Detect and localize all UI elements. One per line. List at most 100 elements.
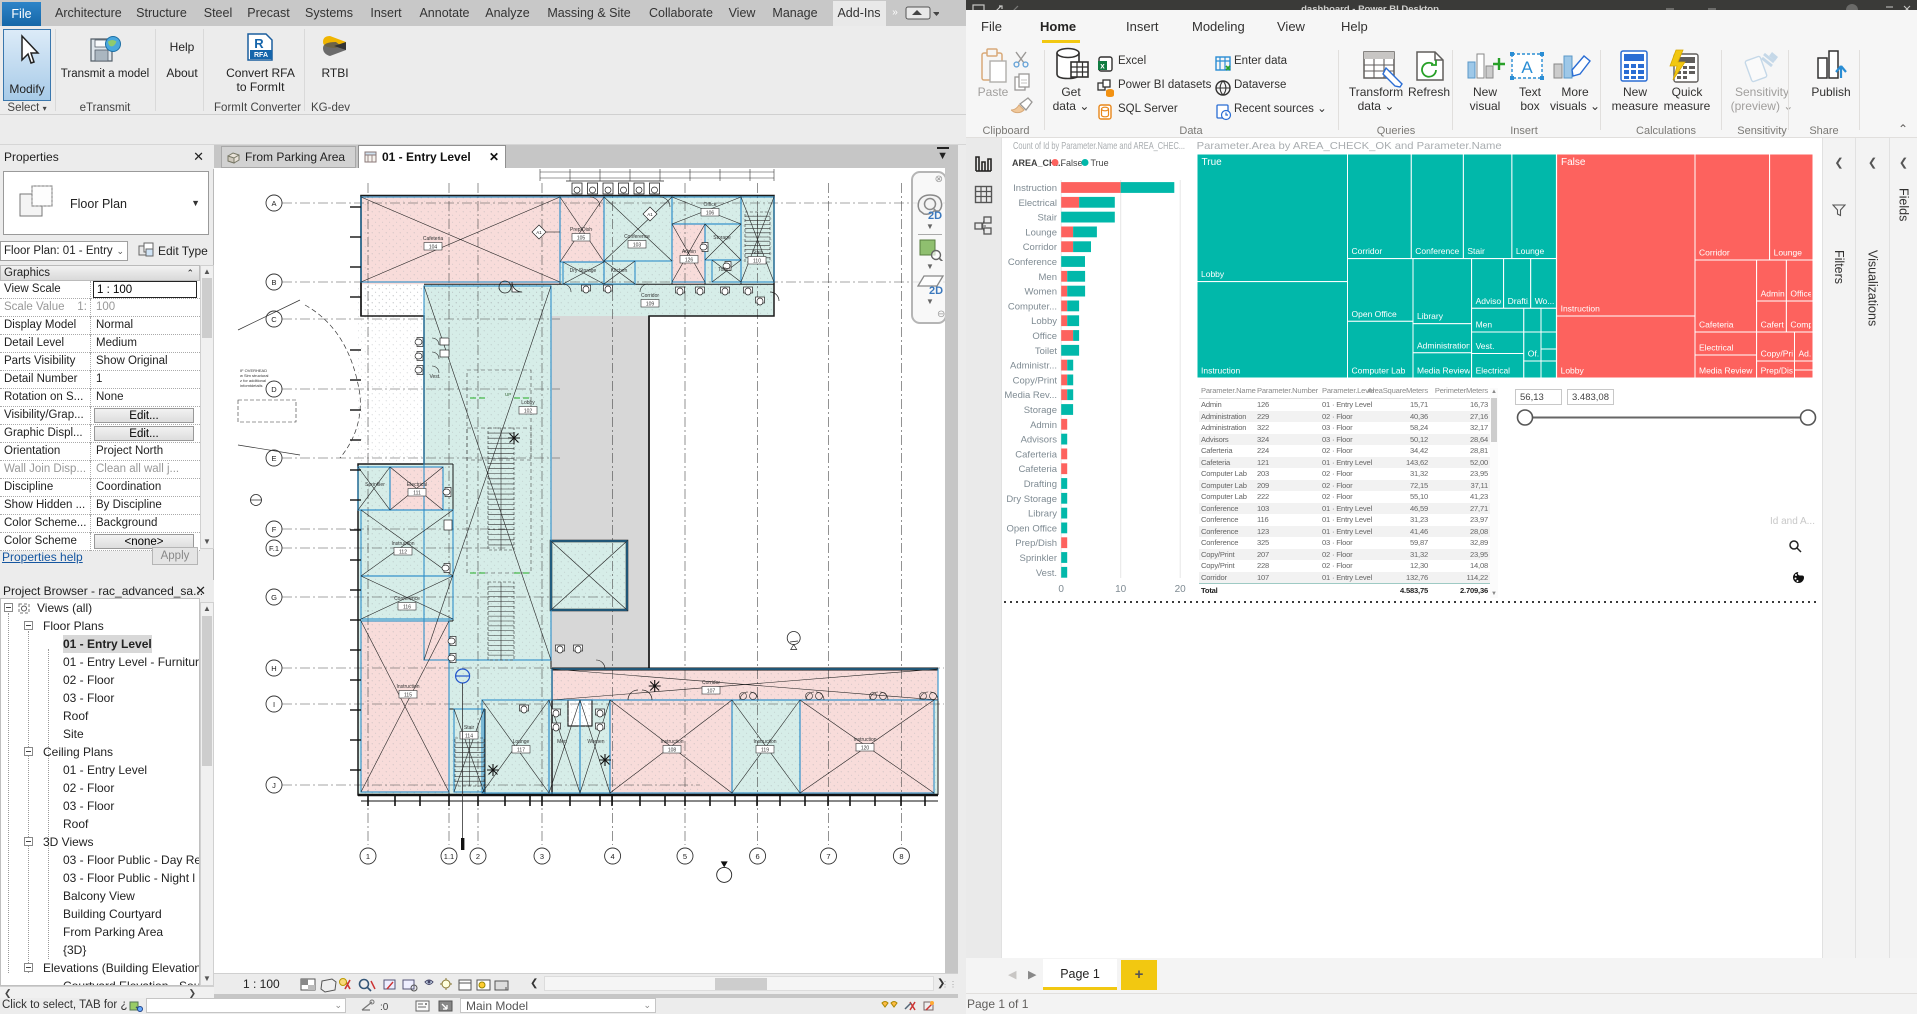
svg-text:107: 107 [707, 688, 716, 694]
svg-text:Instruction: Instruction [1013, 183, 1057, 194]
svg-text:R: R [254, 36, 264, 51]
svg-text:1: 1 [366, 852, 370, 861]
svg-text:0: 0 [1058, 584, 1064, 595]
svg-text:Corridor: Corridor [702, 680, 720, 686]
svg-text:Conference: Conference [1415, 246, 1459, 256]
svg-text:x: x [1100, 62, 1105, 71]
svg-text:Corridor: Corridor [1023, 242, 1057, 253]
svg-text:102: 102 [524, 408, 533, 414]
svg-text:115: 115 [404, 692, 412, 698]
svg-text:5: 5 [683, 852, 687, 861]
svg-text:7: 7 [826, 852, 830, 861]
svg-text:UP: UP [505, 392, 511, 397]
svg-text:I: I [273, 700, 275, 709]
svg-text:10: 10 [1115, 584, 1127, 595]
svg-text:False: False [1561, 157, 1586, 168]
svg-text:Lounge: Lounge [513, 739, 530, 745]
svg-text:Electrical: Electrical [1018, 198, 1057, 209]
svg-text:A1: A1 [647, 212, 653, 217]
svg-text::0: :0 [380, 1002, 389, 1013]
svg-text:Instruction: Instruction [853, 737, 876, 743]
svg-text:Dry Storage: Dry Storage [570, 268, 597, 274]
svg-text:Instruction: Instruction [391, 541, 414, 547]
svg-text:Lobby: Lobby [1031, 316, 1057, 327]
svg-text:Lounge: Lounge [1774, 248, 1803, 258]
svg-text:104: 104 [429, 244, 438, 250]
svg-text:Instruction: Instruction [660, 739, 683, 745]
svg-text:Instruction: Instruction [396, 684, 419, 690]
svg-text:A1: A1 [536, 230, 542, 235]
svg-text:Dry Storage: Dry Storage [1006, 494, 1057, 505]
svg-text:Electrical: Electrical [407, 482, 427, 488]
svg-text:Electrical: Electrical [1476, 366, 1511, 376]
svg-text:Lounge: Lounge [1025, 227, 1057, 238]
svg-text:Cafeteria: Cafeteria [1699, 320, 1734, 330]
svg-text:6: 6 [756, 852, 760, 861]
svg-text:Library: Library [1028, 509, 1057, 520]
svg-text:110: 110 [753, 258, 761, 264]
svg-text:Comp...: Comp... [1790, 320, 1820, 330]
svg-text:Cafeteria: Cafeteria [1018, 464, 1057, 475]
svg-text:Wo...: Wo... [1535, 296, 1555, 306]
svg-text:Men: Men [1476, 320, 1493, 330]
svg-text:112: 112 [399, 549, 407, 555]
svg-text:Toilet: Toilet [1035, 346, 1058, 357]
svg-text:Media Review: Media Review [1417, 366, 1471, 376]
svg-text:Storage: Storage [1024, 405, 1057, 416]
svg-text:105: 105 [577, 235, 586, 241]
svg-text:Computer...: Computer... [1008, 301, 1057, 312]
svg-text:114: 114 [465, 733, 473, 739]
svg-text:D: D [271, 385, 277, 394]
svg-text:Prep/Dish: Prep/Dish [1015, 538, 1057, 549]
svg-text:Caferteria: Caferteria [1015, 449, 1057, 460]
svg-text:Instruction: Instruction [753, 739, 776, 745]
svg-text:Corridor: Corridor [1352, 246, 1383, 256]
svg-text:116: 116 [403, 604, 411, 610]
svg-text:Computer Lab: Computer Lab [1352, 366, 1406, 376]
svg-text:Lobby: Lobby [1201, 269, 1225, 279]
svg-text:Admin: Admin [682, 249, 696, 255]
svg-text:111: 111 [413, 490, 421, 496]
svg-text:Stair: Stair [1037, 213, 1057, 224]
svg-text:Prep/Dish: Prep/Dish [570, 227, 592, 233]
svg-text:Office: Office [1032, 331, 1057, 342]
svg-text:126: 126 [685, 257, 694, 263]
svg-text:Copy/Print: Copy/Print [1013, 375, 1058, 386]
svg-text:Men: Men [1039, 272, 1057, 283]
svg-text:True: True [1091, 158, 1109, 168]
svg-text:Men: Men [557, 739, 567, 745]
svg-text:8: 8 [899, 852, 903, 861]
svg-text:1.1: 1.1 [444, 852, 454, 861]
svg-text:119: 119 [761, 747, 769, 753]
svg-text:Conference: Conference [624, 234, 650, 240]
svg-text:Conference: Conference [1008, 257, 1057, 268]
svg-text:Admin: Admin [1030, 420, 1057, 431]
svg-text:C: C [271, 315, 277, 324]
svg-text:Sprinkler: Sprinkler [365, 482, 385, 488]
svg-text:120: 120 [861, 745, 870, 751]
svg-text:Stair: Stair [464, 725, 475, 731]
svg-text:106: 106 [706, 210, 715, 216]
svg-text:infomtdetails: infomtdetails [240, 383, 262, 388]
svg-text:B: B [271, 278, 276, 287]
svg-text:Media Review: Media Review [1699, 366, 1753, 376]
svg-text:RFA: RFA [254, 52, 268, 59]
svg-text:Stair: Stair [752, 250, 763, 256]
svg-text:Storage: Storage [713, 235, 731, 241]
svg-text:20: 20 [1175, 584, 1187, 595]
svg-text:Parameter.Area by AREA_CHECK_O: Parameter.Area by AREA_CHECK_OK and Para… [1197, 140, 1502, 152]
svg-text:True: True [1202, 157, 1223, 168]
svg-text:Sprinkler: Sprinkler [1020, 553, 1058, 564]
svg-text:Vest.: Vest. [429, 374, 440, 380]
svg-text:H: H [271, 664, 276, 673]
svg-text:3: 3 [540, 852, 544, 861]
svg-text:Electrical: Electrical [1699, 343, 1734, 353]
svg-text:Administration: Administration [1417, 340, 1471, 350]
svg-text:Administr...: Administr... [1010, 361, 1057, 372]
svg-text:A: A [1521, 58, 1533, 77]
svg-text:117: 117 [517, 747, 525, 753]
svg-text:Count of Id by Parameter.Name: Count of Id by Parameter.Name and AREA_C… [1013, 140, 1185, 152]
svg-text:Corridor: Corridor [1699, 248, 1730, 258]
svg-text:Drafting: Drafting [1024, 479, 1057, 490]
svg-text:Women: Women [1024, 287, 1057, 298]
